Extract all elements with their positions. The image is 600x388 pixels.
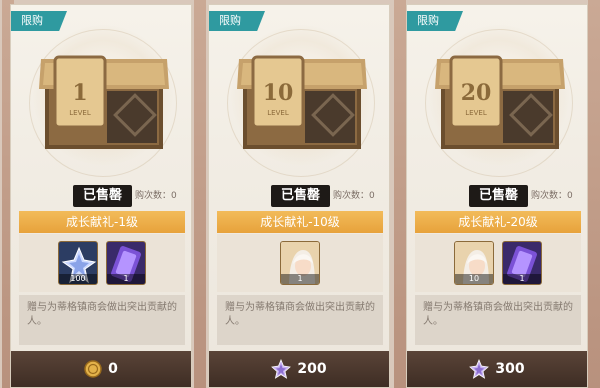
limited-tag: 限购	[11, 11, 67, 31]
treasure-chest-icon: 1 LEVEL	[39, 55, 169, 149]
price-amount: 300	[495, 361, 525, 377]
limited-tag: 限购	[407, 11, 463, 31]
buy-button[interactable]: 300	[407, 351, 587, 387]
pack-description: 赠与为蒂格镇商会做出突出贡献的人。	[217, 295, 383, 345]
price-amount: 200	[297, 361, 327, 377]
sold-out-badge: 已售罄	[469, 185, 529, 207]
chest-level-number: 20	[461, 80, 492, 106]
reward-items: 1	[217, 234, 383, 292]
pack-description: 赠与为蒂格镇商会做出突出贡献的人。	[19, 295, 185, 345]
reward-item[interactable]: 10	[454, 241, 494, 285]
crystal-star-icon	[271, 359, 292, 379]
pack-card-3[interactable]: 限购 20 LEVEL 购次数：0 已售罄 成长献礼-20级 10 1 赠与为蒂…	[406, 4, 588, 388]
sold-out-badge: 已售罄	[271, 185, 331, 207]
reward-item[interactable]: 1	[502, 241, 542, 285]
reward-item[interactable]: 100	[58, 241, 98, 285]
gold-coin-icon	[84, 360, 102, 378]
reward-qty: 1	[503, 274, 541, 284]
buy-button[interactable]: 0	[11, 351, 191, 387]
pack-title: 成长献礼-20级	[415, 211, 581, 233]
chest-level-number: 10	[263, 80, 294, 106]
treasure-chest-icon: 20 LEVEL	[435, 55, 565, 149]
sold-out-badge: 已售罄	[73, 185, 133, 207]
crystal-star-icon	[469, 359, 490, 379]
chest-level-caption: LEVEL	[69, 109, 91, 117]
reward-qty: 10	[455, 274, 493, 284]
reward-qty: 100	[59, 274, 97, 284]
chest-level-caption: LEVEL	[465, 109, 487, 117]
reward-items: 100 1	[19, 234, 185, 292]
pack-title: 成长献礼-1级	[19, 211, 185, 233]
price-amount: 0	[108, 361, 118, 377]
pack-card-2[interactable]: 限购 10 LEVEL 购次数：0 已售罄 成长献礼-10级 1 赠与为蒂格镇商…	[208, 4, 390, 388]
purchase-limit-text: 购次数：0	[333, 191, 375, 201]
reward-qty: 1	[281, 274, 319, 284]
purchase-limit-text: 购次数：0	[135, 191, 177, 201]
treasure-chest-icon: 10 LEVEL	[237, 55, 367, 149]
chest-level-number: 1	[72, 80, 87, 106]
pack-card-1[interactable]: 限购 1 LEVEL 购次数：0 已售罄 成长献礼-1级 100 1 赠与为蒂格…	[10, 4, 192, 388]
pack-title: 成长献礼-10级	[217, 211, 383, 233]
limited-tag: 限购	[209, 11, 265, 31]
buy-button[interactable]: 200	[209, 351, 389, 387]
reward-qty: 1	[107, 274, 145, 284]
purchase-limit-text: 购次数：0	[531, 191, 573, 201]
pack-description: 赠与为蒂格镇商会做出突出贡献的人。	[415, 295, 581, 345]
reward-item[interactable]: 1	[106, 241, 146, 285]
background-stripe-middle-1	[194, 0, 206, 388]
reward-items: 10 1	[415, 234, 581, 292]
reward-item[interactable]: 1	[280, 241, 320, 285]
chest-level-caption: LEVEL	[267, 109, 289, 117]
background-stripe-middle-2	[394, 0, 406, 388]
background-stripe-right	[588, 0, 600, 388]
